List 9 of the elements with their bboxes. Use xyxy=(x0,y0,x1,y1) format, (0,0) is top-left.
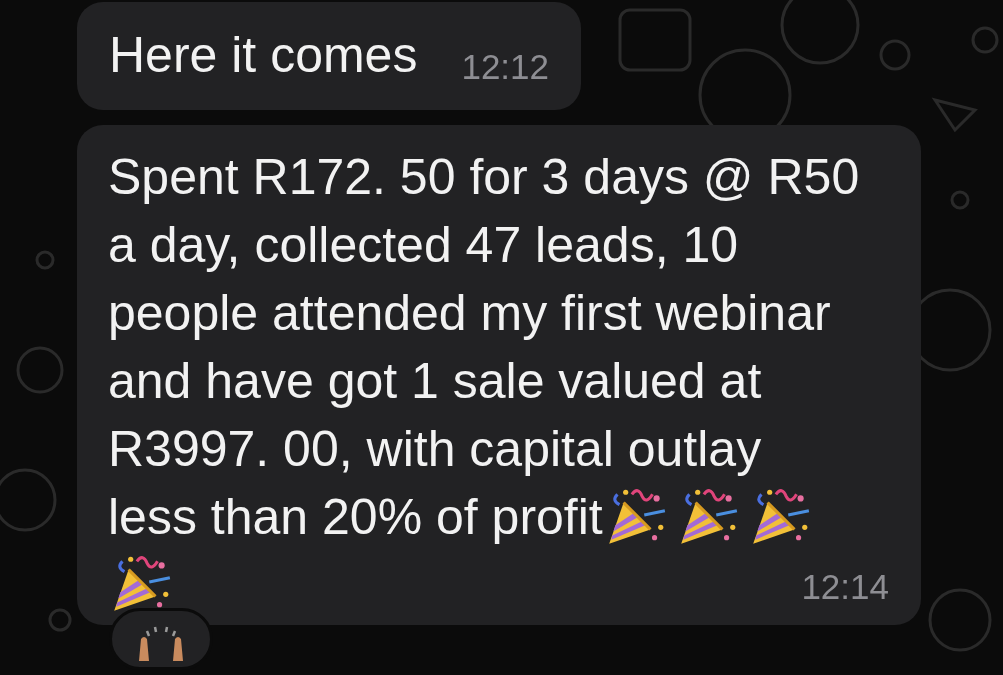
message-text-line: people attended my first webinar xyxy=(108,285,831,341)
message-text-line: and have got 1 sale valued at xyxy=(108,353,762,409)
message-text-line: less than 20% of profit xyxy=(108,488,603,547)
message-time: 12:14 xyxy=(801,567,889,607)
message-text-line: Here it comes xyxy=(109,26,418,85)
message-text-line: R3997. 00, with capital outlay xyxy=(108,421,762,477)
message-text-line: Spent R172. 50 for 3 days @ R50 xyxy=(108,149,860,205)
message-text-line: a day, collected 47 leads, 10 xyxy=(108,217,739,273)
message-time: 12:12 xyxy=(461,47,550,87)
